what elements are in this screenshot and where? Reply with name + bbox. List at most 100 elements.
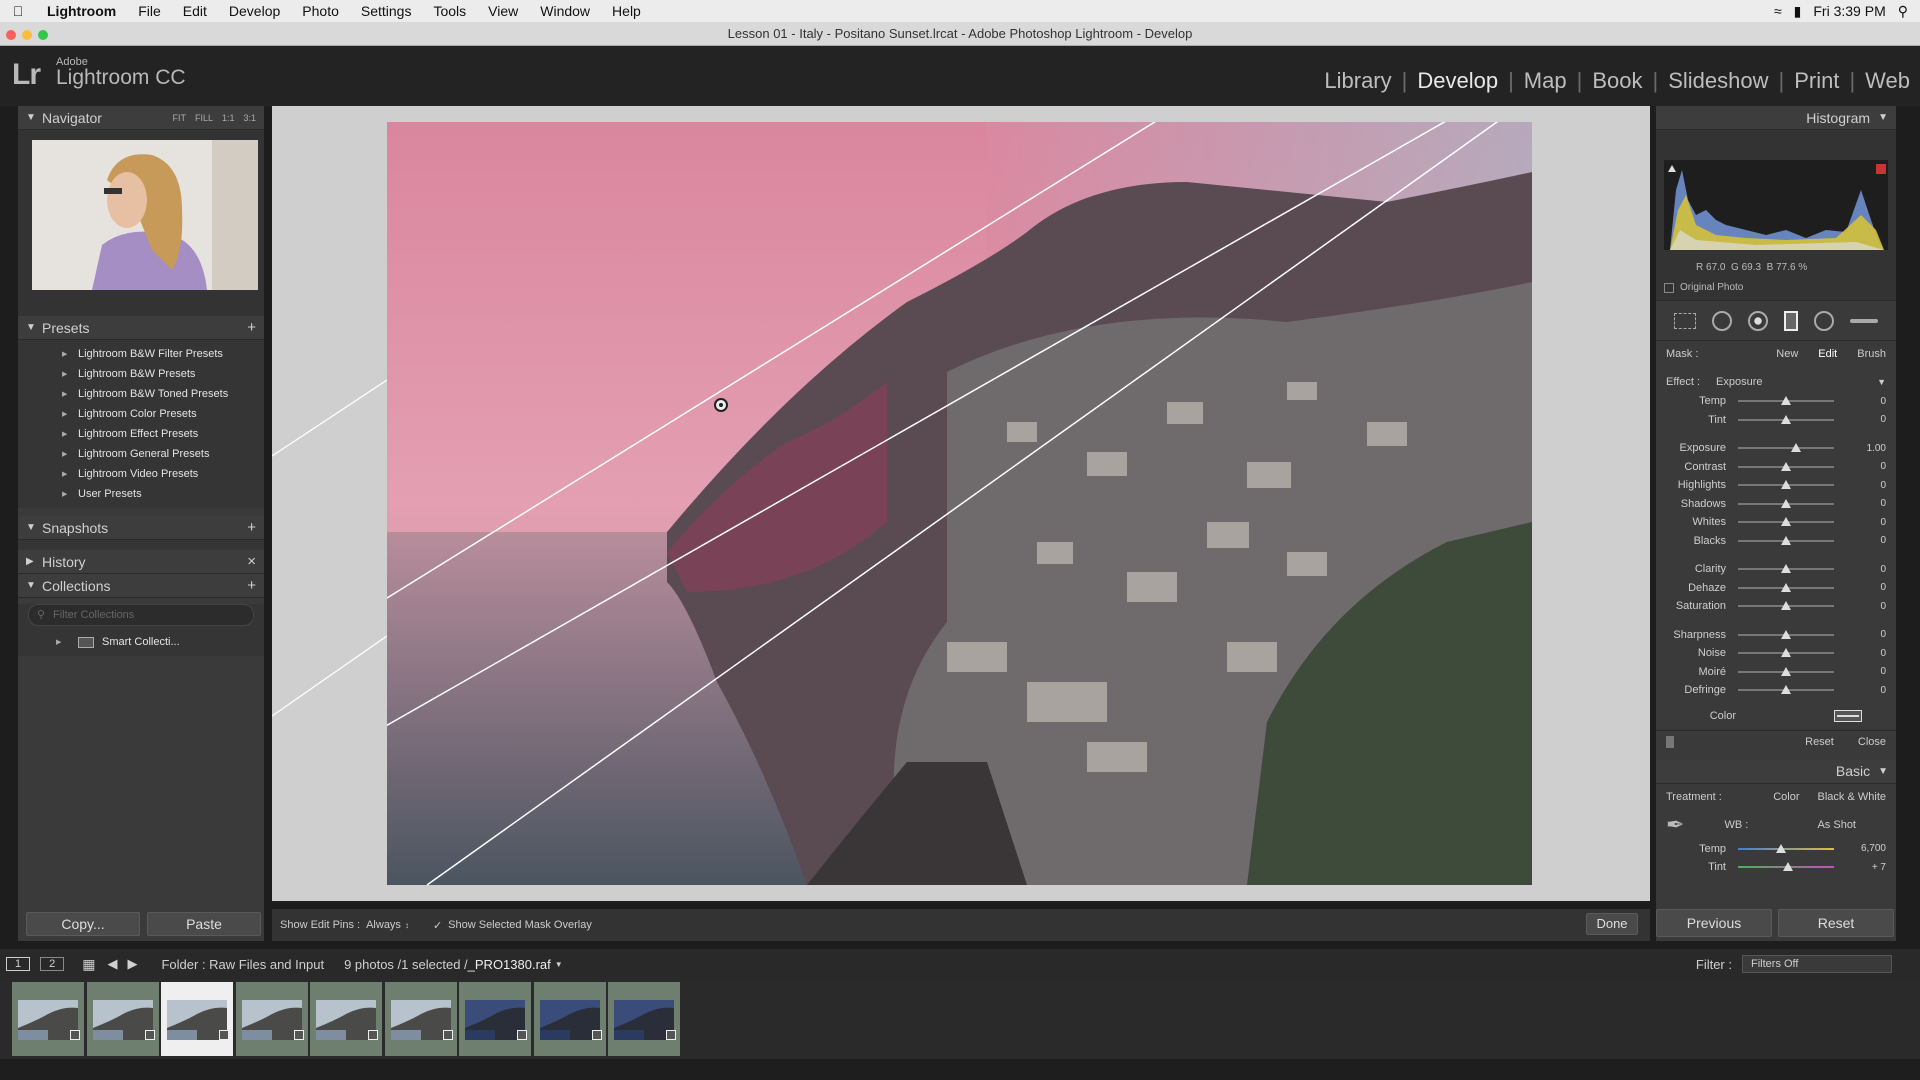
collapse-triangle-icon[interactable]: ▼	[26, 112, 42, 123]
slider-handle[interactable]	[1781, 396, 1791, 406]
color-swatch[interactable]	[1834, 709, 1862, 722]
slider-saturation[interactable]: Saturation 0	[1656, 597, 1896, 616]
slider-shadows[interactable]: Shadows 0	[1656, 495, 1896, 514]
red-eye-icon[interactable]	[1748, 310, 1768, 331]
collapse-triangle-icon[interactable]: ▼	[26, 522, 42, 533]
zoom-1-1[interactable]: 1:1	[222, 113, 235, 123]
spot-removal-icon[interactable]	[1712, 310, 1732, 331]
overlay-label[interactable]: Show Selected Mask Overlay	[448, 919, 592, 931]
preset-folder[interactable]: ▶ User Presets	[18, 484, 264, 504]
preset-folder[interactable]: ▶ Lightroom B&W Filter Presets	[18, 344, 264, 364]
slider-track[interactable]	[1738, 629, 1834, 639]
done-button[interactable]: Done	[1586, 913, 1638, 935]
battery-icon[interactable]: ▮	[1794, 3, 1802, 20]
slider-track[interactable]	[1738, 601, 1834, 611]
menu-window[interactable]: Window	[529, 3, 601, 19]
slider-track[interactable]	[1738, 461, 1834, 471]
dropdown-triangle-icon[interactable]: ▼	[1877, 377, 1886, 387]
slider-track[interactable]	[1738, 666, 1834, 676]
add-preset-icon[interactable]: +	[247, 319, 256, 336]
show-pins-select[interactable]: Always	[366, 919, 401, 931]
zoom-3-1[interactable]: 3:1	[243, 113, 256, 123]
treatment-bw[interactable]: Black & White	[1818, 791, 1886, 803]
preset-folder[interactable]: ▶ Lightroom General Presets	[18, 444, 264, 464]
slider-track[interactable]	[1738, 414, 1834, 424]
preset-folder[interactable]: ▶ Lightroom Color Presets	[18, 404, 264, 424]
slider-contrast[interactable]: Contrast 0	[1656, 458, 1896, 477]
forward-arrow-icon[interactable]: ▶	[127, 956, 137, 972]
collapse-triangle-icon[interactable]: ▼	[26, 322, 42, 333]
reset-button[interactable]: Reset	[1778, 909, 1894, 937]
mask-brush[interactable]: Brush	[1857, 348, 1886, 360]
mask-reset-button[interactable]: Reset	[1805, 736, 1834, 748]
app-menu[interactable]: Lightroom	[36, 3, 127, 19]
slider-blacks[interactable]: Blacks 0	[1656, 532, 1896, 551]
preset-folder[interactable]: ▶ Lightroom Effect Presets	[18, 424, 264, 444]
slider-handle[interactable]	[1781, 564, 1791, 574]
mask-close-button[interactable]: Close	[1858, 736, 1886, 748]
clear-history-icon[interactable]: ×	[247, 553, 256, 570]
module-map[interactable]: Map	[1514, 68, 1577, 94]
adjustment-brush-icon[interactable]	[1850, 318, 1878, 323]
radial-filter-icon[interactable]	[1814, 310, 1834, 331]
slider-dehaze[interactable]: Dehaze 0	[1656, 579, 1896, 598]
slider-sharpness[interactable]: Sharpness 0	[1656, 626, 1896, 645]
slider-track[interactable]	[1738, 396, 1834, 406]
menu-develop[interactable]: Develop	[218, 3, 291, 19]
expand-triangle-icon[interactable]: ▶	[62, 470, 67, 478]
module-web[interactable]: Web	[1855, 68, 1920, 94]
slider-handle[interactable]	[1781, 601, 1791, 611]
main-photo[interactable]	[387, 122, 1532, 885]
slider-track[interactable]	[1738, 498, 1834, 508]
module-slideshow[interactable]: Slideshow	[1658, 68, 1778, 94]
navigator-header[interactable]: ▼ Navigator FIT FILL 1:1 3:1	[18, 106, 264, 130]
expand-triangle-icon[interactable]: ▶	[62, 370, 67, 378]
filmstrip-thumbnail[interactable]	[384, 982, 457, 1056]
collapse-triangle-icon[interactable]: ▼	[1878, 112, 1888, 123]
expand-triangle-icon[interactable]: ▶	[26, 556, 42, 567]
slider-temp[interactable]: Temp 0	[1656, 392, 1896, 411]
collapse-triangle-icon[interactable]: ▼	[26, 580, 42, 591]
slider-track[interactable]	[1738, 582, 1834, 592]
smart-collection-item[interactable]: ▶ Smart Collecti...	[18, 632, 264, 652]
filmstrip-thumbnail[interactable]	[533, 982, 606, 1056]
gradient-pin[interactable]	[714, 398, 728, 412]
back-arrow-icon[interactable]: ◀	[107, 956, 117, 972]
minimize-window-button[interactable]	[22, 30, 32, 40]
filmstrip-thumbnail[interactable]	[310, 982, 382, 1056]
eyedropper-icon[interactable]: ✒	[1666, 812, 1684, 838]
preset-folder[interactable]: ▶ Lightroom B&W Presets	[18, 364, 264, 384]
search-icon[interactable]: ⚲	[1898, 3, 1908, 20]
histogram[interactable]: R 67.0 G 69.3 B 77.6 % Original Photo	[1656, 130, 1896, 300]
menu-tools[interactable]: Tools	[422, 3, 477, 19]
selected-filename[interactable]: _PRO1380.raf	[468, 957, 551, 972]
collection-search-input[interactable]: ⚲ Filter Collections	[28, 604, 254, 626]
add-collection-icon[interactable]: +	[247, 577, 256, 594]
filmstrip-thumbnail[interactable]	[12, 982, 84, 1056]
slider-track[interactable]	[1738, 480, 1834, 490]
panel-switch-icon[interactable]	[1666, 736, 1674, 748]
filmstrip-thumbnail[interactable]	[235, 982, 308, 1056]
slider-tint[interactable]: Tint 0	[1656, 411, 1896, 430]
mask-new[interactable]: New	[1776, 348, 1798, 360]
grid-view-icon[interactable]: ▦	[82, 956, 95, 973]
folder-source[interactable]: Folder : Raw Files and Input	[161, 957, 324, 972]
slider-handle[interactable]	[1781, 629, 1791, 639]
module-library[interactable]: Library	[1314, 68, 1401, 94]
basic-tint-slider[interactable]: Tint + 7	[1656, 858, 1896, 877]
slider-handle[interactable]	[1781, 461, 1791, 471]
previous-button[interactable]: Previous	[1656, 909, 1772, 937]
filmstrip-thumbnail[interactable]	[161, 982, 233, 1056]
slider-handle[interactable]	[1781, 498, 1791, 508]
paste-button[interactable]: Paste	[147, 912, 261, 936]
copy-button[interactable]: Copy...	[26, 912, 140, 936]
effect-select[interactable]: Exposure	[1716, 376, 1762, 388]
slider-track[interactable]	[1738, 517, 1834, 527]
menu-help[interactable]: Help	[601, 3, 652, 19]
overlay-checkbox-icon[interactable]: ✓	[433, 919, 442, 932]
zoom-window-button[interactable]	[38, 30, 48, 40]
collapse-triangle-icon[interactable]: ▼	[1878, 766, 1888, 777]
expand-triangle-icon[interactable]: ▶	[62, 430, 67, 438]
filmstrip-thumbnail[interactable]	[608, 982, 680, 1056]
navigator-preview[interactable]	[18, 130, 264, 316]
